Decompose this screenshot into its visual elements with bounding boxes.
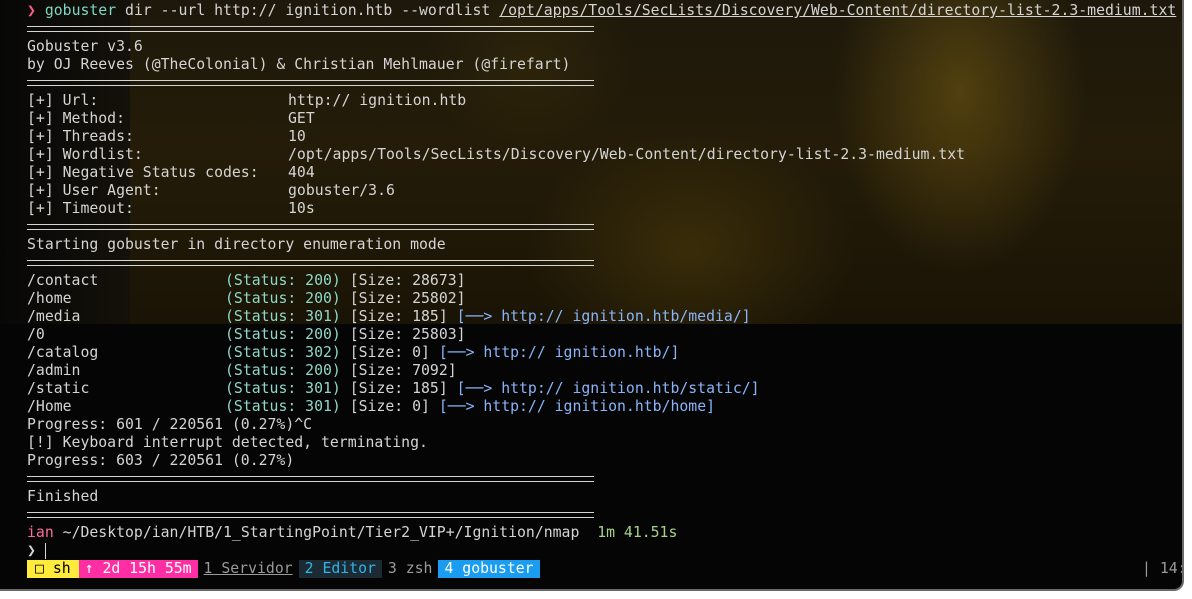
command-line: ❯ gobuster dir --url http:// ignition.ht… — [27, 2, 1176, 20]
progress-line: Progress: 603 / 220561 (0.27%) — [27, 452, 295, 469]
config-row: [+] Method: GET — [27, 110, 315, 128]
interrupt-message: [!] Keyboard interrupt detected, termina… — [27, 434, 428, 451]
banner-version: Gobuster v3.6 — [27, 38, 143, 55]
wordlist-path-link[interactable]: /opt/apps/Tools/SecLists/Discovery/Web-C… — [499, 2, 1176, 19]
config-row: [+] Threads: 10 — [27, 128, 306, 146]
result-path: /Home — [27, 398, 72, 415]
banner-authors: by OJ Reeves (@TheColonial) & Christian … — [27, 56, 571, 73]
result-size: [Size: 28673] — [349, 272, 466, 289]
command-duration: 1m 41.51s — [597, 524, 678, 541]
separator — [27, 260, 594, 266]
config-value: 10s — [288, 200, 315, 217]
result-status: (Status: 200) — [225, 326, 341, 343]
result-status: (Status: 200) — [225, 290, 341, 307]
tmux-window-editor[interactable]: 2 Editor — [298, 560, 382, 578]
prompt-user: ian — [27, 524, 54, 541]
result-status: (Status: 200) — [225, 362, 341, 379]
config-label: [+] Url: — [27, 92, 99, 109]
result-size: [Size: 0] — [349, 398, 430, 415]
result-row: /admin (Status: 200) [Size: 7092] — [27, 362, 457, 380]
result-path: /media — [27, 308, 81, 325]
config-label: [+] Negative Status codes: — [27, 164, 259, 181]
separator — [27, 26, 594, 32]
config-label: [+] Method: — [27, 110, 125, 127]
result-size: [Size: 25802] — [349, 290, 466, 307]
result-status: (Status: 200) — [225, 272, 341, 289]
config-row: [+] User Agent: gobuster/3.6 — [27, 182, 395, 200]
result-row: /media (Status: 301) [Size: 185] [──> htt… — [27, 308, 751, 326]
finished-text: Finished — [27, 488, 99, 505]
prompt-arrow: ❯ — [27, 2, 36, 19]
result-size: [Size: 7092] — [349, 362, 457, 379]
config-value: 10 — [288, 128, 306, 145]
config-value: http:// ignition.htb — [288, 92, 467, 109]
result-size: [Size: 185] — [349, 308, 448, 325]
config-row: [+] Wordlist: /opt/apps/Tools/SecLists/Di… — [27, 146, 965, 164]
result-path: /0 — [27, 326, 45, 343]
separator — [27, 476, 594, 482]
result-redirect[interactable]: [──> http:// ignition.htb/] — [439, 344, 680, 361]
config-label: [+] User Agent: — [27, 182, 161, 199]
text-cursor — [45, 543, 46, 559]
config-label: [+] Threads: — [27, 128, 134, 145]
tmux-status-bar: □ sh ↑ 2d 15h 55m 1 Servidor 2 Editor 3 zsh 4… — [27, 560, 1182, 578]
result-redirect[interactable]: [──> http:// ignition.htb/static/] — [457, 380, 760, 397]
separator — [27, 80, 594, 86]
prompt-cwd: ~/Desktop/ian/HTB/1_StartingPoint/Tier2_… — [62, 524, 580, 541]
config-value: gobuster/3.6 — [288, 182, 395, 199]
tmux-window-zsh[interactable]: 3 zsh — [382, 560, 439, 578]
status-clock: | 14:4 — [1142, 560, 1182, 577]
config-value: 404 — [288, 164, 315, 181]
input-line[interactable]: ❯ — [27, 542, 36, 560]
uptime-indicator: ↑ 2d 15h 55m — [78, 560, 198, 578]
shell-prompt: ian ~/Desktop/ian/HTB/1_StartingPoint/Ti… — [27, 524, 677, 542]
result-row: /contact (Status: 200) [Size: 28673] — [27, 272, 466, 290]
result-status: (Status: 301) — [225, 380, 341, 397]
result-size: [Size: 0] — [349, 344, 430, 361]
tmux-window-servidor[interactable]: 1 Servidor — [198, 560, 299, 578]
result-row: /0 (Status: 200) [Size: 25803] — [27, 326, 466, 344]
config-row: [+] Url: http:// ignition.htb — [27, 92, 466, 110]
result-path: /admin — [27, 362, 81, 379]
tmux-window-gobuster[interactable]: 4 gobuster — [438, 560, 540, 578]
result-status: (Status: 301) — [225, 398, 341, 415]
result-redirect[interactable]: [──> http:// ignition.htb/home] — [439, 398, 715, 415]
command-program: gobuster — [44, 2, 117, 19]
mode-text: Starting gobuster in directory enumerati… — [27, 236, 446, 253]
config-value: /opt/apps/Tools/SecLists/Discovery/Web-C… — [288, 146, 966, 163]
result-size: [Size: 25803] — [349, 326, 466, 343]
separator — [27, 512, 594, 518]
config-value: GET — [288, 110, 315, 127]
result-row: /static (Status: 301) [Size: 185] [──> ht… — [27, 380, 760, 398]
result-path: /home — [27, 290, 72, 307]
prompt-arrow: ❯ — [27, 542, 36, 559]
config-label: [+] Wordlist: — [27, 146, 143, 163]
result-row: /Home (Status: 301) [Size: 0] [──> http:/… — [27, 398, 715, 416]
result-redirect[interactable]: [──> http:// ignition.htb/media/] — [457, 308, 751, 325]
result-size: [Size: 185] — [349, 380, 448, 397]
result-status: (Status: 302) — [225, 344, 341, 361]
config-row: [+] Negative Status codes: 404 — [27, 164, 315, 182]
session-indicator[interactable]: □ sh — [27, 560, 79, 578]
result-path: /catalog — [27, 344, 99, 361]
result-row: /catalog (Status: 302) [Size: 0] [──> htt… — [27, 344, 679, 362]
progress-line: Progress: 601 / 220561 (0.27%)^C — [27, 416, 313, 433]
terminal-window[interactable]: ❯ gobuster dir --url http:// ignition.ht… — [0, 0, 1184, 591]
config-row: [+] Timeout: 10s — [27, 200, 315, 218]
separator — [27, 224, 594, 230]
config-label: [+] Timeout: — [27, 200, 134, 217]
result-status: (Status: 301) — [225, 308, 341, 325]
result-row: /home (Status: 200) [Size: 25802] — [27, 290, 466, 308]
result-path: /static — [27, 380, 90, 397]
command-args: dir --url http:// ignition.htb --wordlis… — [125, 2, 491, 19]
result-path: /contact — [27, 272, 99, 289]
